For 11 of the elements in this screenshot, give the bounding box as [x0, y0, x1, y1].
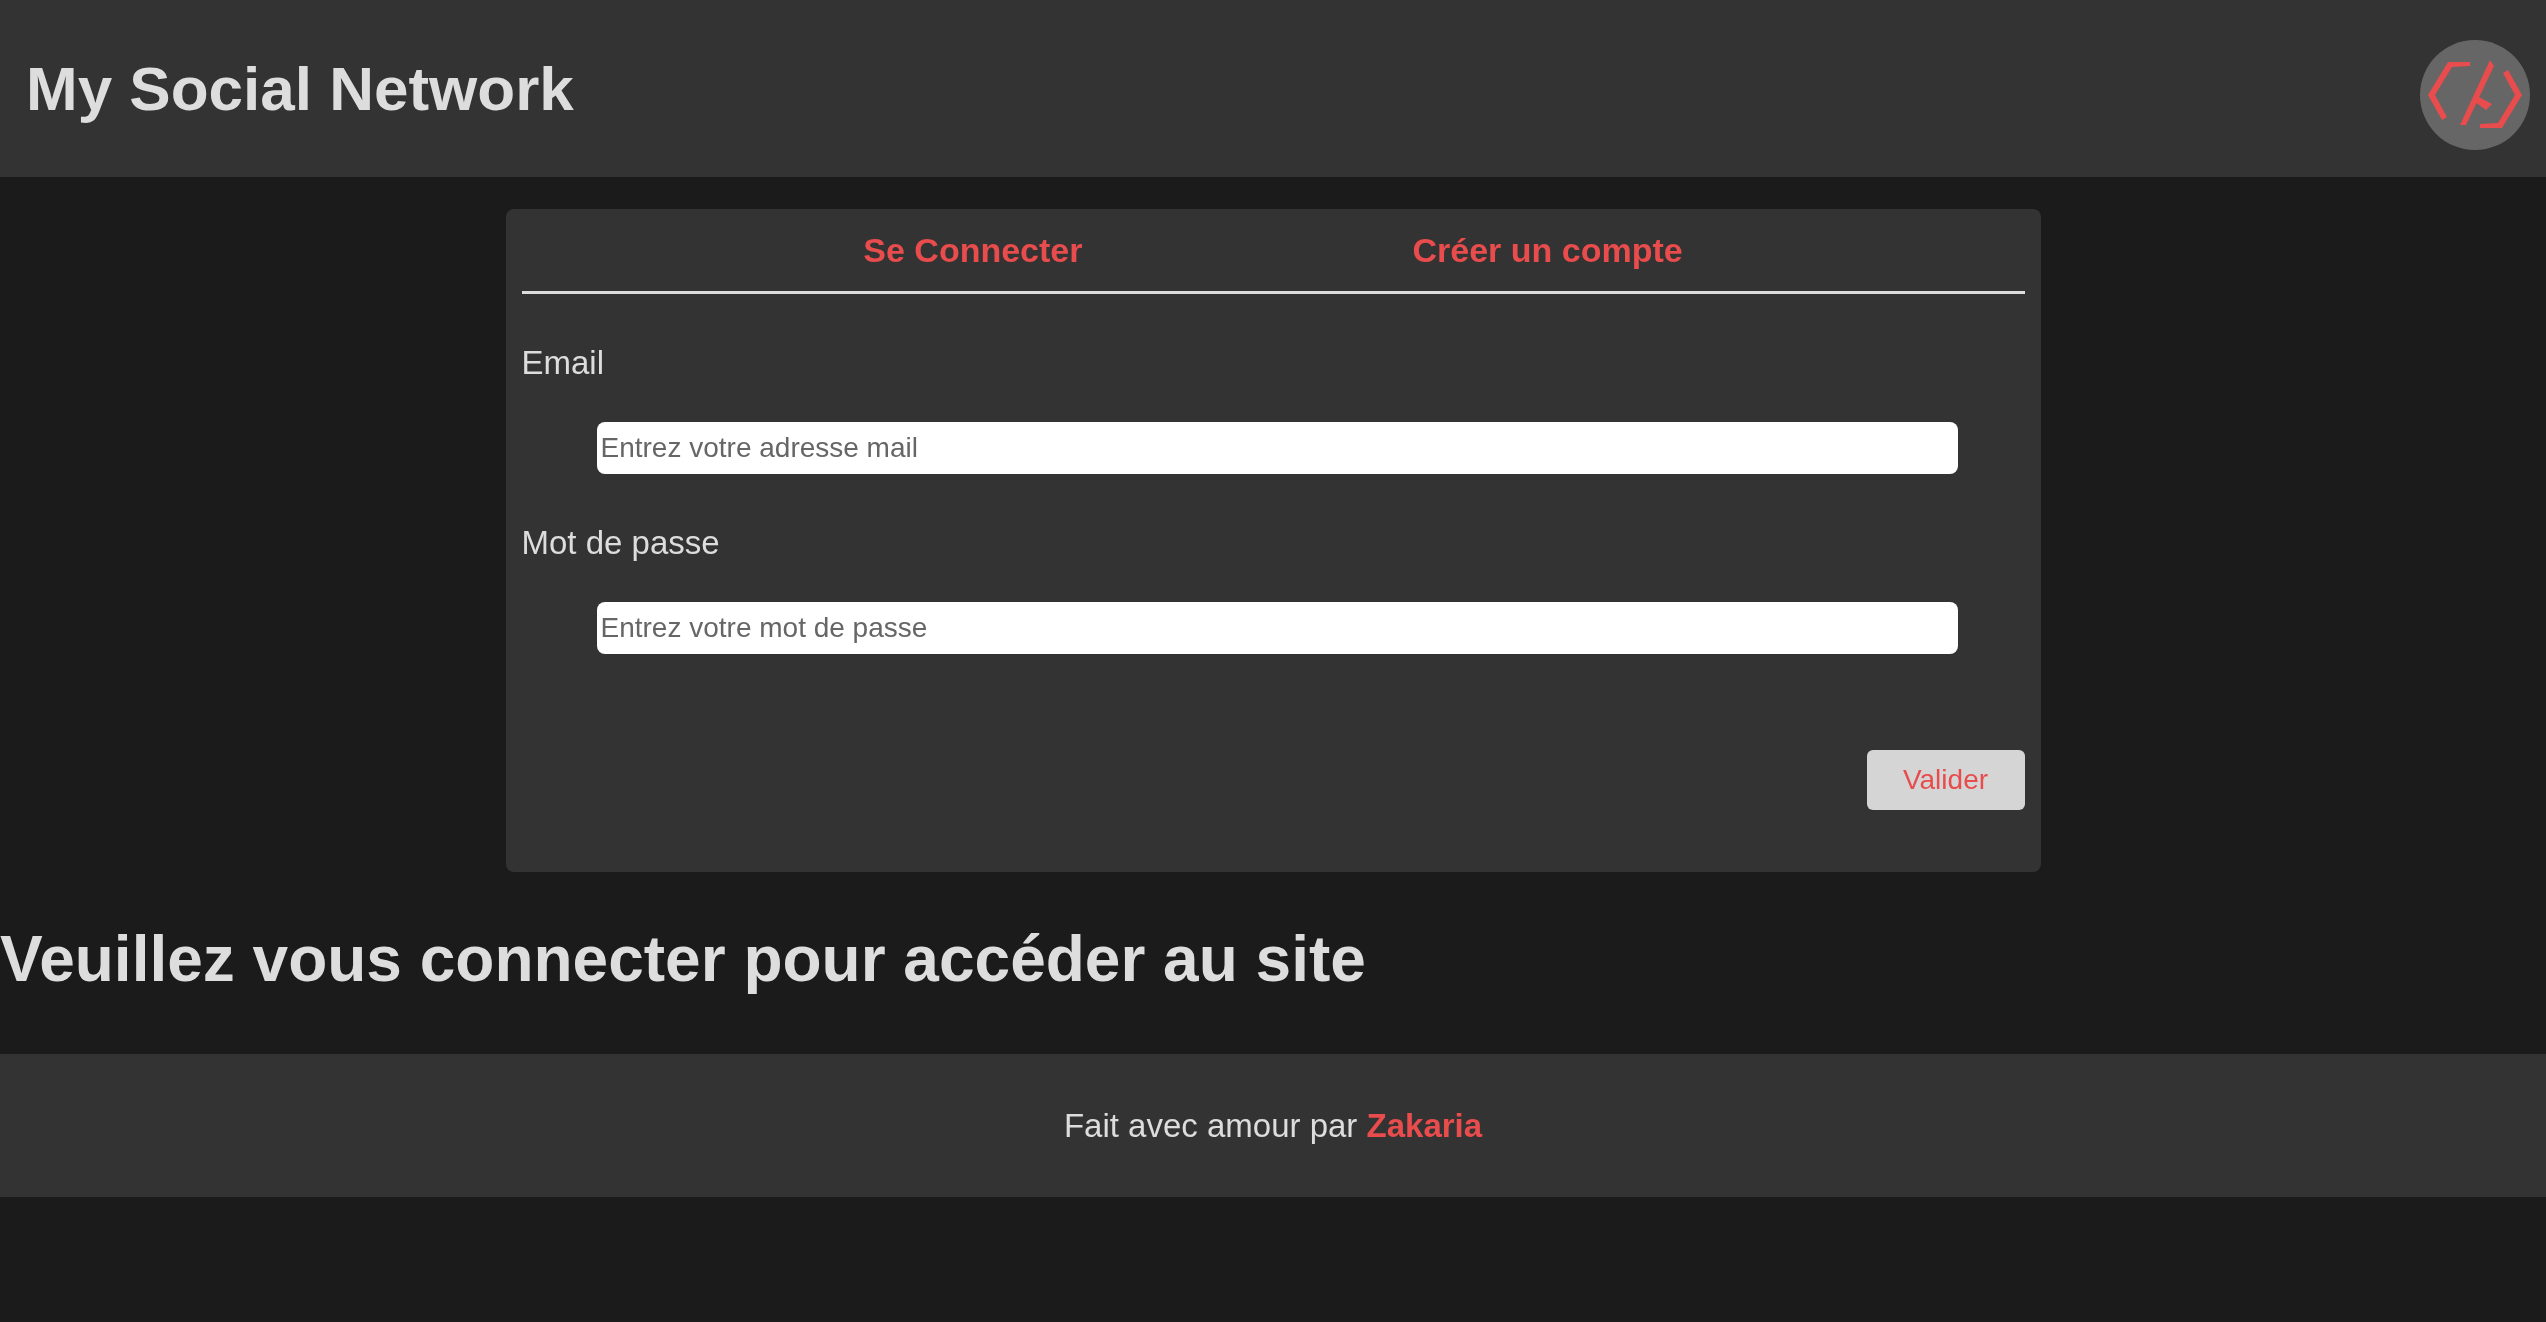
tab[interactable]: Créer un compte	[1412, 230, 1683, 270]
logo-icon[interactable]	[2420, 39, 2530, 150]
footer-text: Fait avec amour par Zakaria	[1063, 1106, 1483, 1145]
tab[interactable]: Se Connecter	[863, 230, 1083, 270]
submit-button[interactable]: Valider	[1866, 750, 2025, 810]
field-label: Email	[521, 344, 606, 382]
site-title: My Social Network	[26, 53, 574, 124]
input-field[interactable]: Entrez votre mot de passe	[596, 602, 1958, 654]
field-label: Mot de passe	[521, 524, 721, 562]
input-field[interactable]: Entrez votre adresse mail	[596, 422, 1958, 474]
login-message: Veuillez vous connecter pour accéder au site	[0, 922, 1367, 997]
